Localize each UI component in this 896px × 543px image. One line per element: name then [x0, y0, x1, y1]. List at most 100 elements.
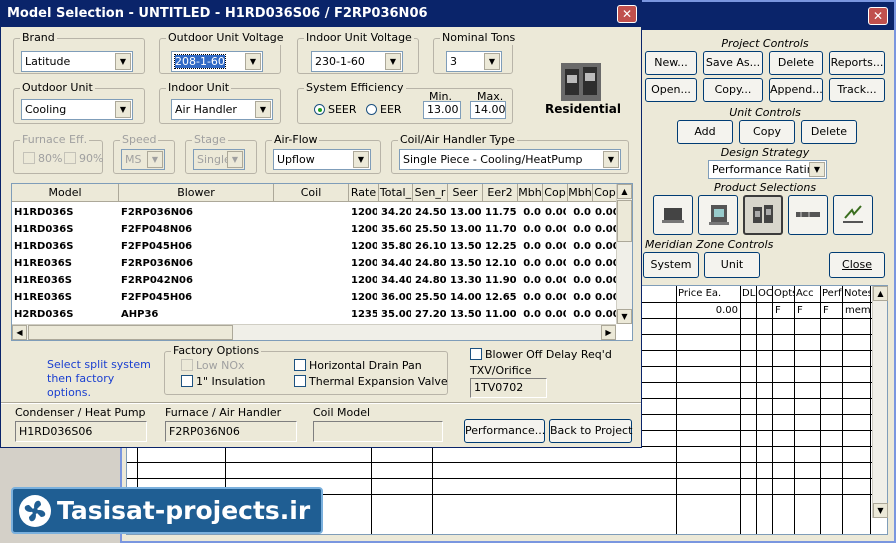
table-row[interactable]: H1RD036S F2RP036N06 1200 34.20 24.50 13.00 11.…: [12, 204, 616, 221]
close-button[interactable]: Close: [829, 252, 885, 278]
model-table-hscrollbar[interactable]: ◀ ▶: [12, 324, 616, 340]
table-cell: 0.0: [573, 292, 591, 303]
min-efficiency-field[interactable]: 13.00: [423, 101, 461, 119]
outdoor-unit-select[interactable]: Cooling ▼: [21, 99, 133, 120]
grid-header-cell[interactable]: Opts: [773, 286, 794, 302]
add-unit-button[interactable]: Add: [677, 120, 733, 144]
packaged-unit-icon[interactable]: [653, 195, 693, 235]
open-button[interactable]: Open...: [645, 78, 697, 102]
table-cell: H1RE036S: [14, 275, 72, 286]
append-button[interactable]: Append...: [769, 78, 823, 102]
dialog-close-icon[interactable]: ✕: [617, 5, 637, 23]
grid-header-cell[interactable]: OC: [757, 286, 772, 302]
drain-pan-checkbox[interactable]: Horizontal Drain Pan: [294, 359, 422, 373]
grid-header-cell[interactable]: Notes: [843, 286, 870, 302]
chevron-down-icon: ▼: [115, 101, 131, 118]
grid-header-cell[interactable]: DL: [741, 286, 756, 302]
coil-type-select[interactable]: Single Piece - Cooling/HeatPump ▼: [399, 149, 621, 170]
copy-project-button[interactable]: Copy...: [703, 78, 763, 102]
model-table-header-cell[interactable]: Cop: [593, 184, 618, 202]
performance-button[interactable]: Performance...: [464, 419, 545, 443]
txv-checkbox[interactable]: Thermal Expansion Valve: [294, 375, 448, 389]
table-row[interactable]: H1RE036S F2RP036N06 1200 34.40 24.80 13.50 12.…: [12, 255, 616, 272]
brand-select[interactable]: Latitude ▼: [21, 51, 133, 72]
model-table[interactable]: Model Blower Coil Rate Total_ Sen_r Seer Eer2 Mb…: [11, 183, 633, 341]
scroll-up-icon[interactable]: ▲: [873, 286, 888, 301]
furnace-90-checkbox[interactable]: 90%: [64, 152, 103, 166]
grid-line: [794, 286, 795, 534]
scroll-thumb[interactable]: [617, 200, 632, 242]
furnace-80-checkbox[interactable]: 80%: [23, 152, 62, 166]
unit-button[interactable]: Unit: [704, 252, 760, 278]
residential-unit-icon[interactable]: [743, 195, 783, 235]
project-controls-label: Project Controls: [721, 37, 809, 50]
table-row[interactable]: H1RE036S F2FP045H06 1200 36.00 25.50 14.00 12.…: [12, 289, 616, 306]
model-table-header-cell[interactable]: Sen_r: [413, 184, 448, 202]
grid-header-cell[interactable]: Acc: [795, 286, 820, 302]
grid-cell[interactable]: memo: [843, 303, 870, 318]
odu-voltage-select[interactable]: 208-1-60 ▼: [171, 51, 263, 72]
split-system-icon[interactable]: [698, 195, 738, 235]
low-nox-checkbox[interactable]: Low NOx: [181, 359, 245, 373]
scroll-right-icon[interactable]: ▶: [601, 325, 616, 340]
grid-cell[interactable]: [741, 303, 756, 318]
scroll-left-icon[interactable]: ◀: [12, 325, 27, 340]
new-button[interactable]: New...: [645, 51, 697, 75]
idu-voltage-select[interactable]: 230-1-60 ▼: [311, 51, 403, 72]
model-table-vscrollbar[interactable]: ▲ ▼: [616, 184, 632, 324]
grid-header-cell[interactable]: Price Ea.: [677, 286, 740, 302]
seer-radio[interactable]: SEER: [314, 103, 357, 117]
model-table-header-cell[interactable]: Mbh: [518, 184, 543, 202]
grid-cell[interactable]: F: [773, 303, 794, 318]
track-button[interactable]: Track...: [829, 78, 885, 102]
table-row[interactable]: H2RD036S AHP36 1235 35.00 27.20 13.50 11.00 0.0…: [12, 306, 616, 323]
insulation-checkbox[interactable]: 1" Insulation: [181, 375, 265, 389]
odu-voltage-value: 208-1-60: [174, 54, 226, 69]
table-cell: 11.00: [485, 309, 516, 320]
model-table-header-cell[interactable]: Cop: [543, 184, 568, 202]
reports-button[interactable]: Reports...: [829, 51, 885, 75]
model-table-header-cell[interactable]: Eer2: [483, 184, 518, 202]
table-row[interactable]: H1RE036S F2RP042N06 1200 34.40 24.80 13.30 11.…: [12, 272, 616, 289]
speed-select[interactable]: MS ▼: [121, 149, 165, 170]
delete-project-button[interactable]: Delete: [769, 51, 823, 75]
blower-delay-checkbox[interactable]: Blower Off Delay Req'd: [470, 348, 612, 362]
model-table-header-cell[interactable]: Seer: [448, 184, 483, 202]
delete-unit-button[interactable]: Delete: [801, 120, 857, 144]
table-row[interactable]: H1RD036S F2FP045H06 1200 35.80 26.10 13.50 12.…: [12, 238, 616, 255]
table-cell: 34.20: [381, 207, 411, 218]
model-table-header-cell[interactable]: Rate: [349, 184, 379, 202]
model-table-header-cell[interactable]: Mbh: [568, 184, 593, 202]
ductwork-icon[interactable]: [788, 195, 828, 235]
grid-cell[interactable]: F: [821, 303, 842, 318]
model-table-header-cell[interactable]: Coil: [274, 184, 349, 202]
model-table-header-cell[interactable]: Model: [12, 184, 119, 202]
grid-cell[interactable]: F: [795, 303, 820, 318]
grid-cell[interactable]: 0.00: [677, 303, 740, 318]
scroll-down-icon[interactable]: ▼: [617, 309, 632, 324]
table-row[interactable]: H1RD036S F2FP048N06 1200 35.60 25.50 13.00 11.…: [12, 221, 616, 238]
eer-radio[interactable]: EER: [366, 103, 402, 117]
table-cell: 0.0: [573, 207, 591, 218]
table-cell: 13.00: [450, 224, 481, 235]
nominal-tons-select[interactable]: 3 ▼: [446, 51, 502, 72]
indoor-unit-select[interactable]: Air Handler ▼: [171, 99, 273, 120]
model-table-header-cell[interactable]: Blower: [119, 184, 274, 202]
grid-cell[interactable]: [757, 303, 772, 318]
system-button[interactable]: System: [643, 252, 699, 278]
close-icon[interactable]: ✕: [868, 7, 888, 25]
scroll-up-icon[interactable]: ▲: [617, 184, 632, 199]
model-table-header-cell[interactable]: Total_: [379, 184, 413, 202]
design-strategy-select[interactable]: Performance Rating ▼: [708, 160, 827, 179]
save-as-button[interactable]: Save As...: [703, 51, 763, 75]
grid-header-cell[interactable]: Perf: [821, 286, 842, 302]
max-efficiency-field[interactable]: 14.00: [470, 101, 506, 119]
scroll-down-icon[interactable]: ▼: [873, 503, 888, 518]
accessory-icon[interactable]: [833, 195, 873, 235]
stage-select[interactable]: Single ▼: [193, 149, 245, 170]
airflow-select[interactable]: Upflow ▼: [273, 149, 371, 170]
project-grid-vscrollbar[interactable]: ▲ ▼: [872, 286, 888, 518]
back-to-project-button[interactable]: Back to Project: [549, 419, 632, 443]
scroll-thumb[interactable]: [28, 325, 233, 340]
copy-unit-button[interactable]: Copy: [739, 120, 795, 144]
